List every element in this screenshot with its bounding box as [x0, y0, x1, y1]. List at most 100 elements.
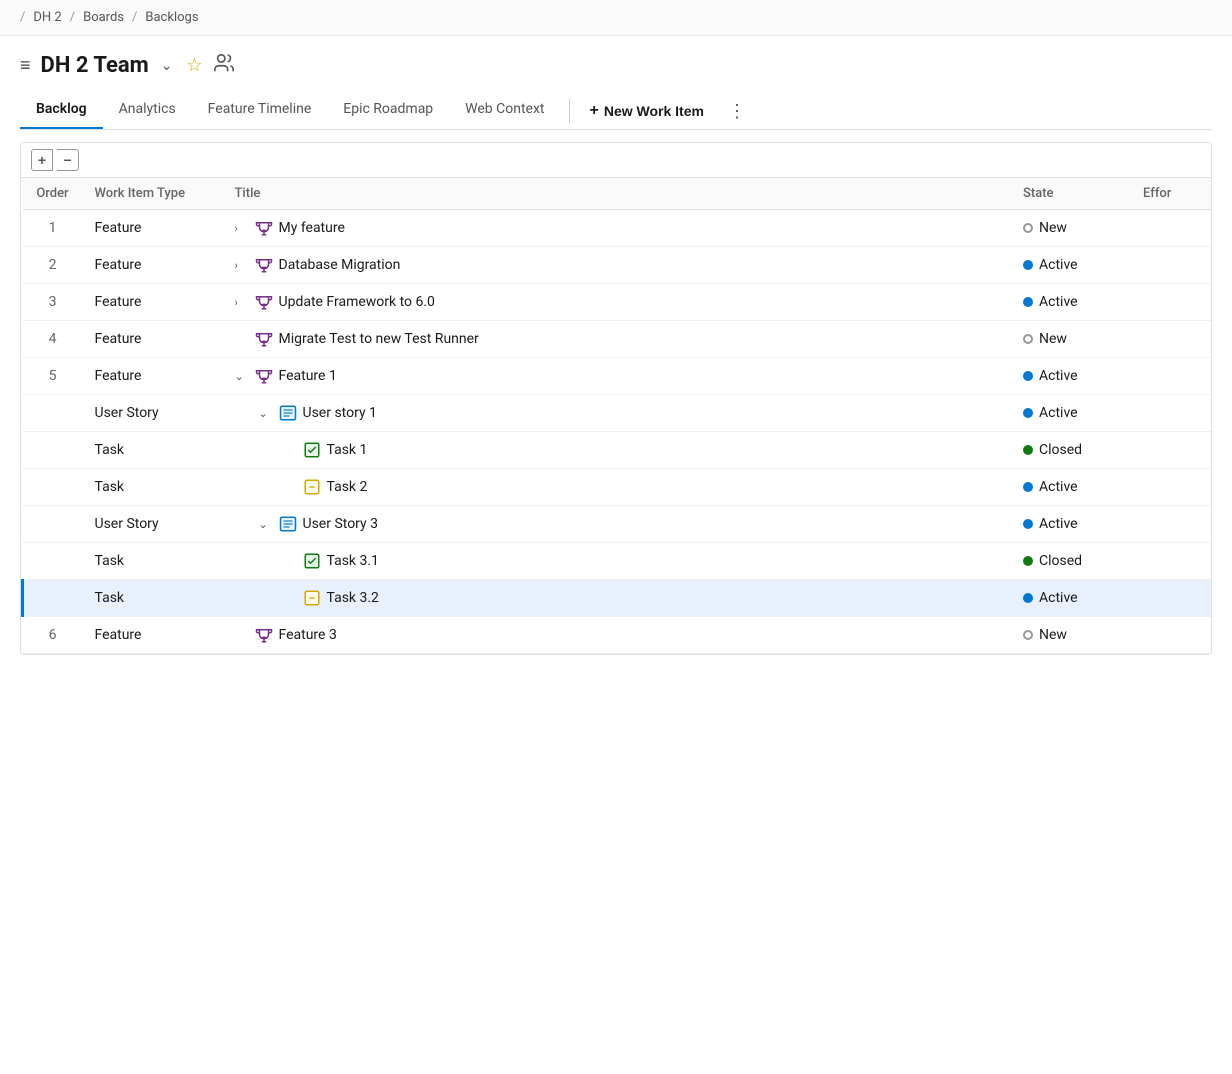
table-row[interactable]: 5 Feature ⌄ Feature 1 Active [23, 358, 1212, 395]
cell-order [23, 432, 83, 469]
breadcrumb-dh2[interactable]: DH 2 [33, 10, 61, 25]
cell-state: Active [1011, 395, 1131, 432]
cell-title[interactable]: ⌄ Feature 1 [223, 358, 1012, 395]
breadcrumb: / DH 2 / Boards / Backlogs [0, 0, 1232, 36]
table-row[interactable]: 6 Feature Feature 3 New [23, 617, 1212, 654]
work-item-title: Task 3.1 [327, 553, 379, 569]
cell-order: 5 [23, 358, 83, 395]
cell-title[interactable]: Feature 3 [223, 617, 1012, 654]
table-row[interactable]: Task Task 3.1 Closed [23, 543, 1212, 580]
cell-state: Active [1011, 358, 1131, 395]
cell-type: Feature [83, 247, 223, 284]
table-row[interactable]: Task Task 3.2 Active [23, 580, 1212, 617]
cell-effort [1131, 395, 1211, 432]
header-top: ≡ DH 2 Team ⌄ ☆ [20, 52, 1212, 79]
cell-order [23, 469, 83, 506]
cell-title[interactable]: Migrate Test to new Test Runner [223, 321, 1012, 358]
state-label: Active [1039, 368, 1078, 384]
cell-effort [1131, 284, 1211, 321]
cell-state: New [1011, 617, 1131, 654]
table-row[interactable]: Task Task 1 Closed [23, 432, 1212, 469]
cell-state: Active [1011, 284, 1131, 321]
tab-epic-roadmap[interactable]: Epic Roadmap [327, 93, 449, 129]
work-item-title: User story 1 [303, 405, 377, 421]
work-item-title: My feature [279, 220, 345, 236]
collapse-all-button[interactable]: − [57, 149, 79, 171]
work-item-title: Update Framework to 6.0 [279, 294, 435, 310]
table-row[interactable]: 3 Feature › Update Framework to 6.0 Acti… [23, 284, 1212, 321]
state-label: Active [1039, 479, 1078, 495]
team-title[interactable]: DH 2 Team [41, 53, 149, 78]
col-header-type: Work Item Type [83, 178, 223, 210]
cell-state: Closed [1011, 543, 1131, 580]
cell-title[interactable]: Task 1 [223, 432, 1012, 469]
cell-order: 1 [23, 210, 83, 247]
cell-title[interactable]: › Update Framework to 6.0 [223, 284, 1012, 321]
table-row[interactable]: 2 Feature › Database Migration Active [23, 247, 1212, 284]
breadcrumb-sep3: / [132, 10, 137, 25]
more-options-icon[interactable]: ⋮ [720, 97, 754, 126]
cell-state: New [1011, 321, 1131, 358]
state-label: Active [1039, 405, 1078, 421]
state-label: Closed [1039, 553, 1082, 569]
cell-type: Feature [83, 321, 223, 358]
cell-order: 2 [23, 247, 83, 284]
new-work-item-button[interactable]: + New Work Item [578, 96, 716, 126]
tab-web-context[interactable]: Web Context [449, 93, 560, 129]
table-row[interactable]: User Story ⌄ User story 1 Active [23, 395, 1212, 432]
col-header-state: State [1011, 178, 1131, 210]
people-icon[interactable] [213, 52, 235, 79]
cell-state: Active [1011, 469, 1131, 506]
work-item-title: User Story 3 [303, 516, 379, 532]
expand-all-button[interactable]: + [31, 149, 53, 171]
cell-state: New [1011, 210, 1131, 247]
tabs-bar: Backlog Analytics Feature Timeline Epic … [20, 93, 1212, 130]
tab-feature-timeline[interactable]: Feature Timeline [192, 93, 328, 129]
cell-state: Closed [1011, 432, 1131, 469]
cell-effort [1131, 247, 1211, 284]
work-item-title: Database Migration [279, 257, 401, 273]
cell-state: Active [1011, 506, 1131, 543]
cell-order: 4 [23, 321, 83, 358]
tab-divider [569, 99, 570, 123]
table-row[interactable]: 4 Feature Migrate Test to new Test Runne… [23, 321, 1212, 358]
table-row[interactable]: 1 Feature › My feature New [23, 210, 1212, 247]
state-label: Active [1039, 294, 1078, 310]
cell-title[interactable]: ⌄ User Story 3 [223, 506, 1012, 543]
cell-order: 6 [23, 617, 83, 654]
table-row[interactable]: Task Task 2 Active [23, 469, 1212, 506]
col-header-title: Title [223, 178, 1012, 210]
cell-type: Task [83, 432, 223, 469]
cell-type: Task [83, 580, 223, 617]
work-item-title: Migrate Test to new Test Runner [279, 331, 479, 347]
work-item-title: Task 3.2 [327, 590, 379, 606]
cell-effort [1131, 469, 1211, 506]
cell-title[interactable]: › My feature [223, 210, 1012, 247]
cell-type: User Story [83, 506, 223, 543]
cell-title[interactable]: › Database Migration [223, 247, 1012, 284]
col-header-effort: Effor [1131, 178, 1211, 210]
backlog-table-wrapper: + − Order Work Item Type Title State Eff… [20, 142, 1212, 655]
cell-type: Task [83, 469, 223, 506]
hamburger-icon[interactable]: ≡ [20, 55, 31, 76]
breadcrumb-boards[interactable]: Boards [83, 10, 124, 25]
state-label: Active [1039, 590, 1078, 606]
cell-type: Feature [83, 284, 223, 321]
cell-title[interactable]: ⌄ User story 1 [223, 395, 1012, 432]
cell-title[interactable]: Task 3.2 [223, 580, 1012, 617]
breadcrumb-backlogs[interactable]: Backlogs [145, 10, 198, 25]
chevron-down-icon[interactable]: ⌄ [161, 58, 173, 74]
breadcrumb-sep: / [20, 10, 25, 25]
cell-type: Task [83, 543, 223, 580]
tab-analytics[interactable]: Analytics [103, 93, 192, 129]
table-row[interactable]: User Story ⌄ User Story 3 Active [23, 506, 1212, 543]
star-icon[interactable]: ☆ [186, 55, 202, 76]
work-item-title: Task 2 [327, 479, 368, 495]
state-label: Active [1039, 516, 1078, 532]
state-label: Closed [1039, 442, 1082, 458]
tab-backlog[interactable]: Backlog [20, 93, 103, 129]
cell-order [23, 580, 83, 617]
cell-order: 3 [23, 284, 83, 321]
cell-title[interactable]: Task 2 [223, 469, 1012, 506]
cell-title[interactable]: Task 3.1 [223, 543, 1012, 580]
